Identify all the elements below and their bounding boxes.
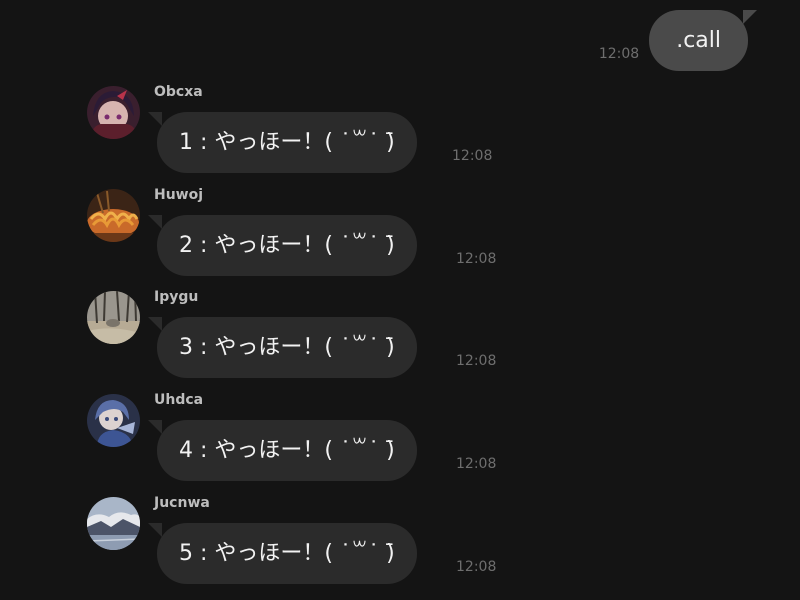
bubble-tail <box>148 523 162 537</box>
message-text: 5 : やっほー！( ˙꒳˙ )̄ <box>179 541 395 566</box>
incoming-message: Ipygu 3 : やっほー！( ˙꒳˙ )̄ 12:08 <box>87 289 547 387</box>
incoming-message: Huwoj 2 : やっほー！( ˙꒳˙ )̄ 12:08 <box>87 187 547 285</box>
message-text: 3 : やっほー！( ˙꒳˙ )̄ <box>179 335 395 360</box>
message-text: 2 : やっほー！( ˙꒳˙ )̄ <box>179 233 395 258</box>
incoming-message: Uhdca 4 : やっほー！( ˙꒳˙ )̄ 12:08 <box>87 392 547 490</box>
message-timestamp: 12:08 <box>598 46 640 62</box>
noodles-food-avatar[interactable] <box>87 189 140 242</box>
message-timestamp: 12:08 <box>456 251 497 267</box>
message-text: 4 : やっほー！( ˙꒳˙ )̄ <box>179 438 395 463</box>
bubble-tail <box>148 420 162 434</box>
forest-landscape-avatar[interactable] <box>87 291 140 344</box>
message-text: 1 : やっほー！( ˙꒳˙ )̄ <box>179 130 395 155</box>
message-timestamp: 12:08 <box>456 559 497 575</box>
incoming-message: Jucnwa 5 : やっほー！( ˙꒳˙ )̄ 12:08 <box>87 495 547 593</box>
message-text: .call <box>676 28 721 53</box>
sender-name: Jucnwa <box>154 495 210 511</box>
sender-name: Obcxa <box>154 84 203 100</box>
message-timestamp: 12:08 <box>456 456 497 472</box>
outgoing-message: 12:08 .call <box>598 10 757 71</box>
incoming-message-bubble[interactable]: 4 : やっほー！( ˙꒳˙ )̄ <box>148 420 417 481</box>
sender-name: Huwoj <box>154 187 204 203</box>
sender-name: Ipygu <box>154 289 199 305</box>
incoming-message-bubble[interactable]: 5 : やっほー！( ˙꒳˙ )̄ <box>148 523 417 584</box>
incoming-message-bubble[interactable]: 2 : やっほー！( ˙꒳˙ )̄ <box>148 215 417 276</box>
chat-view: 12:08 .call Obcxa 1 : やっほー！( ˙꒳˙ )̄ 12:0… <box>0 0 800 600</box>
anime-character-blue-avatar[interactable] <box>87 394 140 447</box>
sender-name: Uhdca <box>154 392 204 408</box>
bubble-tail <box>148 112 162 126</box>
anime-character-avatar[interactable] <box>87 86 140 139</box>
bubble-tail <box>743 10 757 24</box>
bubble-tail <box>148 317 162 331</box>
outgoing-message-bubble[interactable]: .call <box>649 10 757 71</box>
message-timestamp: 12:08 <box>452 148 493 164</box>
incoming-message: Obcxa 1 : やっほー！( ˙꒳˙ )̄ 12:08 <box>87 84 547 182</box>
incoming-message-bubble[interactable]: 3 : やっほー！( ˙꒳˙ )̄ <box>148 317 417 378</box>
incoming-message-bubble[interactable]: 1 : やっほー！( ˙꒳˙ )̄ <box>148 112 417 173</box>
message-timestamp: 12:08 <box>456 353 497 369</box>
bubble-tail <box>148 215 162 229</box>
cloudy-landscape-avatar[interactable] <box>87 497 140 550</box>
